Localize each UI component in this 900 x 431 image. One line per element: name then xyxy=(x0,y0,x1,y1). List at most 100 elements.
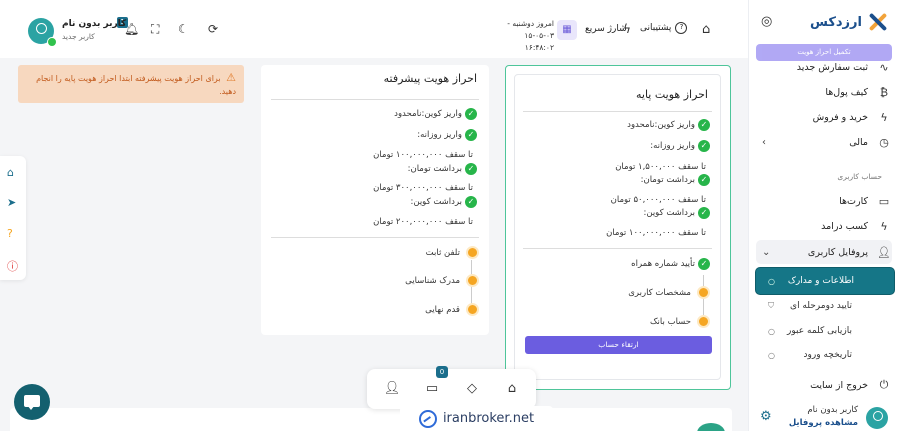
feature-text: واریز روزانه: xyxy=(417,130,462,140)
pending-dot-icon xyxy=(466,246,479,259)
logo-mark-icon xyxy=(868,12,888,32)
pending-dot-icon xyxy=(466,303,479,316)
sidebar-subitem-documents[interactable]: اطلاعات و مدارک ○ xyxy=(756,268,894,294)
step-label: حساب بانک xyxy=(649,316,691,327)
fullscreen-icon[interactable]: ⛶ xyxy=(151,22,159,37)
chat-badge: 0 xyxy=(436,366,448,378)
limit-text: تا سقف ۱۰۰,۰۰۰,۰۰۰ تومان xyxy=(606,228,706,238)
feature-item: ✓ واریز کوین:نامحدود xyxy=(394,108,477,120)
check-icon: ✓ xyxy=(698,174,710,186)
sidebar-item-profile[interactable]: 👤︎ پروفایل کاربری ⌄ xyxy=(756,240,892,264)
sidebar-item-label: کسب درامد xyxy=(821,220,868,232)
check-icon: ✓ xyxy=(465,108,477,120)
logout-button[interactable]: ⏻ خروج از سایت xyxy=(756,374,892,396)
step-label: تأیید شماره همراه xyxy=(631,259,695,269)
settings-icon[interactable]: ◎ xyxy=(761,14,772,29)
chevron-down-icon: ⌄ xyxy=(762,246,771,258)
user-icon[interactable]: 👤︎ xyxy=(378,375,406,403)
current-date: امروز دوشنبه - ۰۳-۰۵-۱۵ ۱۶:۴۸:۰۲ xyxy=(486,18,554,54)
limit-text: تا سقف ۱۰۰,۰۰۰,۰۰۰ تومان xyxy=(373,150,473,160)
sidebar-item-finance[interactable]: ◷ مالی › xyxy=(756,131,892,153)
check-icon: ✓ xyxy=(465,196,477,208)
watermark: iranbroker.net xyxy=(400,406,553,431)
sidebar-item-label: مالی xyxy=(849,136,868,148)
advanced-verification-card: احراز هویت پیشرفته ✓ واریز کوین:نامحدود … xyxy=(261,65,489,335)
limit-text: تا سقف ۵۰,۰۰۰,۰۰۰ تومان xyxy=(610,195,706,205)
moon-icon[interactable]: ☾ xyxy=(178,22,189,36)
feature-text: برداشت تومان: xyxy=(640,175,695,185)
sidebar-item-label: ثبت سفارش جدید xyxy=(796,61,868,73)
bottom-nav: ⌂ ◇ ▭ 0 👤︎ xyxy=(367,366,536,409)
help-icon[interactable]: ? xyxy=(7,227,13,240)
sidebar-subitem-password-recovery[interactable]: بازیابی کلمه عبور ○ xyxy=(756,320,892,342)
sidebar-item-trade[interactable]: ϟ خرید و فروش xyxy=(756,106,892,128)
home-icon[interactable]: ⌂ xyxy=(7,166,14,179)
feature-text: برداشت کوین: xyxy=(410,197,462,207)
chat-icon[interactable]: ▭ xyxy=(418,375,446,403)
calendar-icon[interactable]: ▦ xyxy=(557,20,577,40)
chat-button[interactable] xyxy=(14,384,50,420)
sidebar-item-label: خرید و فروش xyxy=(812,111,868,123)
sidebar-item-earn[interactable]: ϟ کسب درامد xyxy=(756,215,892,237)
watermark-text: iranbroker.net xyxy=(442,411,535,426)
verification-step[interactable]: مدرک شناسایی xyxy=(405,274,479,287)
sidebar-subitem-label: بازیابی کلمه عبور xyxy=(787,326,852,336)
alert-icon[interactable]: ⓘ xyxy=(7,258,18,274)
verification-step[interactable]: تلفن ثابت xyxy=(426,246,479,259)
home-icon[interactable]: ⌂ xyxy=(702,22,710,37)
bolt-icon: ϟ xyxy=(880,219,888,233)
feature-item: ✓ برداشت کوین: xyxy=(410,196,477,208)
sidebar-item-cards[interactable]: ▭ کارت‌ها xyxy=(756,190,892,212)
circle-icon: ○ xyxy=(768,276,775,286)
sidebar-subitem-login-history[interactable]: تاریخچه ورود ○ xyxy=(756,344,892,366)
diamond-icon[interactable]: ◇ xyxy=(458,375,486,403)
sidebar-item-wallets[interactable]: ₿ کیف پول‌ها xyxy=(756,81,892,103)
pending-dot-icon xyxy=(697,315,710,328)
power-icon: ⏻ xyxy=(879,378,889,391)
sidebar-item-label: پروفایل کاربری xyxy=(807,246,868,258)
sidebar-subitem-2fa[interactable]: تایید دومرحله ای ⛉ xyxy=(756,295,892,317)
feature-item: ✓ برداشت کوین: xyxy=(643,207,710,219)
clock-icon: ◷ xyxy=(879,135,889,149)
logout-label: خروج از سایت xyxy=(810,379,868,391)
verification-step-done[interactable]: ✓ تأیید شماره همراه xyxy=(631,258,710,270)
sidebar-profile[interactable]: کاربر بدون نام مشاهده پروفایل ⚙ xyxy=(756,403,892,431)
check-icon: ✓ xyxy=(465,163,477,175)
gear-icon[interactable]: ⚙ xyxy=(760,409,772,424)
card-title: احراز هویت پیشرفته xyxy=(383,72,477,85)
feature-text: واریز روزانه: xyxy=(650,141,695,151)
divider xyxy=(523,111,712,112)
watermark-logo-icon xyxy=(418,409,437,428)
feature-item: ✓ واریز روزانه: xyxy=(417,129,477,141)
chevron-left-icon: › xyxy=(762,136,766,148)
basic-verification-card: احراز هویت پایه ✓ واریز کوین:نامحدود ✓ و… xyxy=(514,74,721,380)
brand-logo[interactable]: ارزدکس ◎ xyxy=(759,10,888,34)
check-icon: ✓ xyxy=(698,140,710,152)
upgrade-account-button[interactable]: ارتقاء حساب xyxy=(525,336,712,354)
sidebar-item-new-order[interactable]: ∿ ثبت سفارش جدید xyxy=(756,56,892,78)
sidebar-subitem-label: تاریخچه ورود xyxy=(803,350,852,360)
limit-text: تا سقف ۳۰۰,۰۰۰,۰۰۰ تومان xyxy=(373,183,473,193)
warning-text: برای احراز هویت پیشرفته ابتدا احراز هویت… xyxy=(36,74,236,96)
quick-charge-link[interactable]: شارژ سریع xyxy=(585,24,627,34)
header-user-name[interactable]: کاربر بدون نام xyxy=(62,19,126,29)
verification-step[interactable]: مشخصات کاربری xyxy=(628,286,710,299)
telegram-icon[interactable]: ➤ xyxy=(7,196,16,209)
divider xyxy=(271,99,479,100)
feature-text: واریز کوین:نامحدود xyxy=(394,109,462,119)
avatar[interactable] xyxy=(28,18,57,47)
question-icon: ? xyxy=(675,22,688,34)
refresh-icon[interactable]: ⟳ xyxy=(208,22,218,36)
bottom-card xyxy=(10,408,732,431)
check-icon: ✓ xyxy=(698,258,710,270)
profile-name: کاربر بدون نام xyxy=(807,405,858,415)
verification-step[interactable]: قدم نهایی xyxy=(425,303,479,316)
verification-step[interactable]: حساب بانک xyxy=(650,315,710,328)
feature-item: ✓ واریز کوین:نامحدود xyxy=(627,119,710,131)
sidebar-item-label: کارت‌ها xyxy=(839,195,868,207)
view-profile-link[interactable]: مشاهده پروفایل xyxy=(789,418,858,428)
support-link[interactable]: ? پشتیبانی xyxy=(640,22,688,34)
date-text: امروز دوشنبه - ۰۳-۰۵-۱۵ xyxy=(507,19,554,40)
home-icon[interactable]: ⌂ xyxy=(498,375,526,403)
sidebar-subitem-label: تایید دومرحله ای xyxy=(790,301,852,311)
